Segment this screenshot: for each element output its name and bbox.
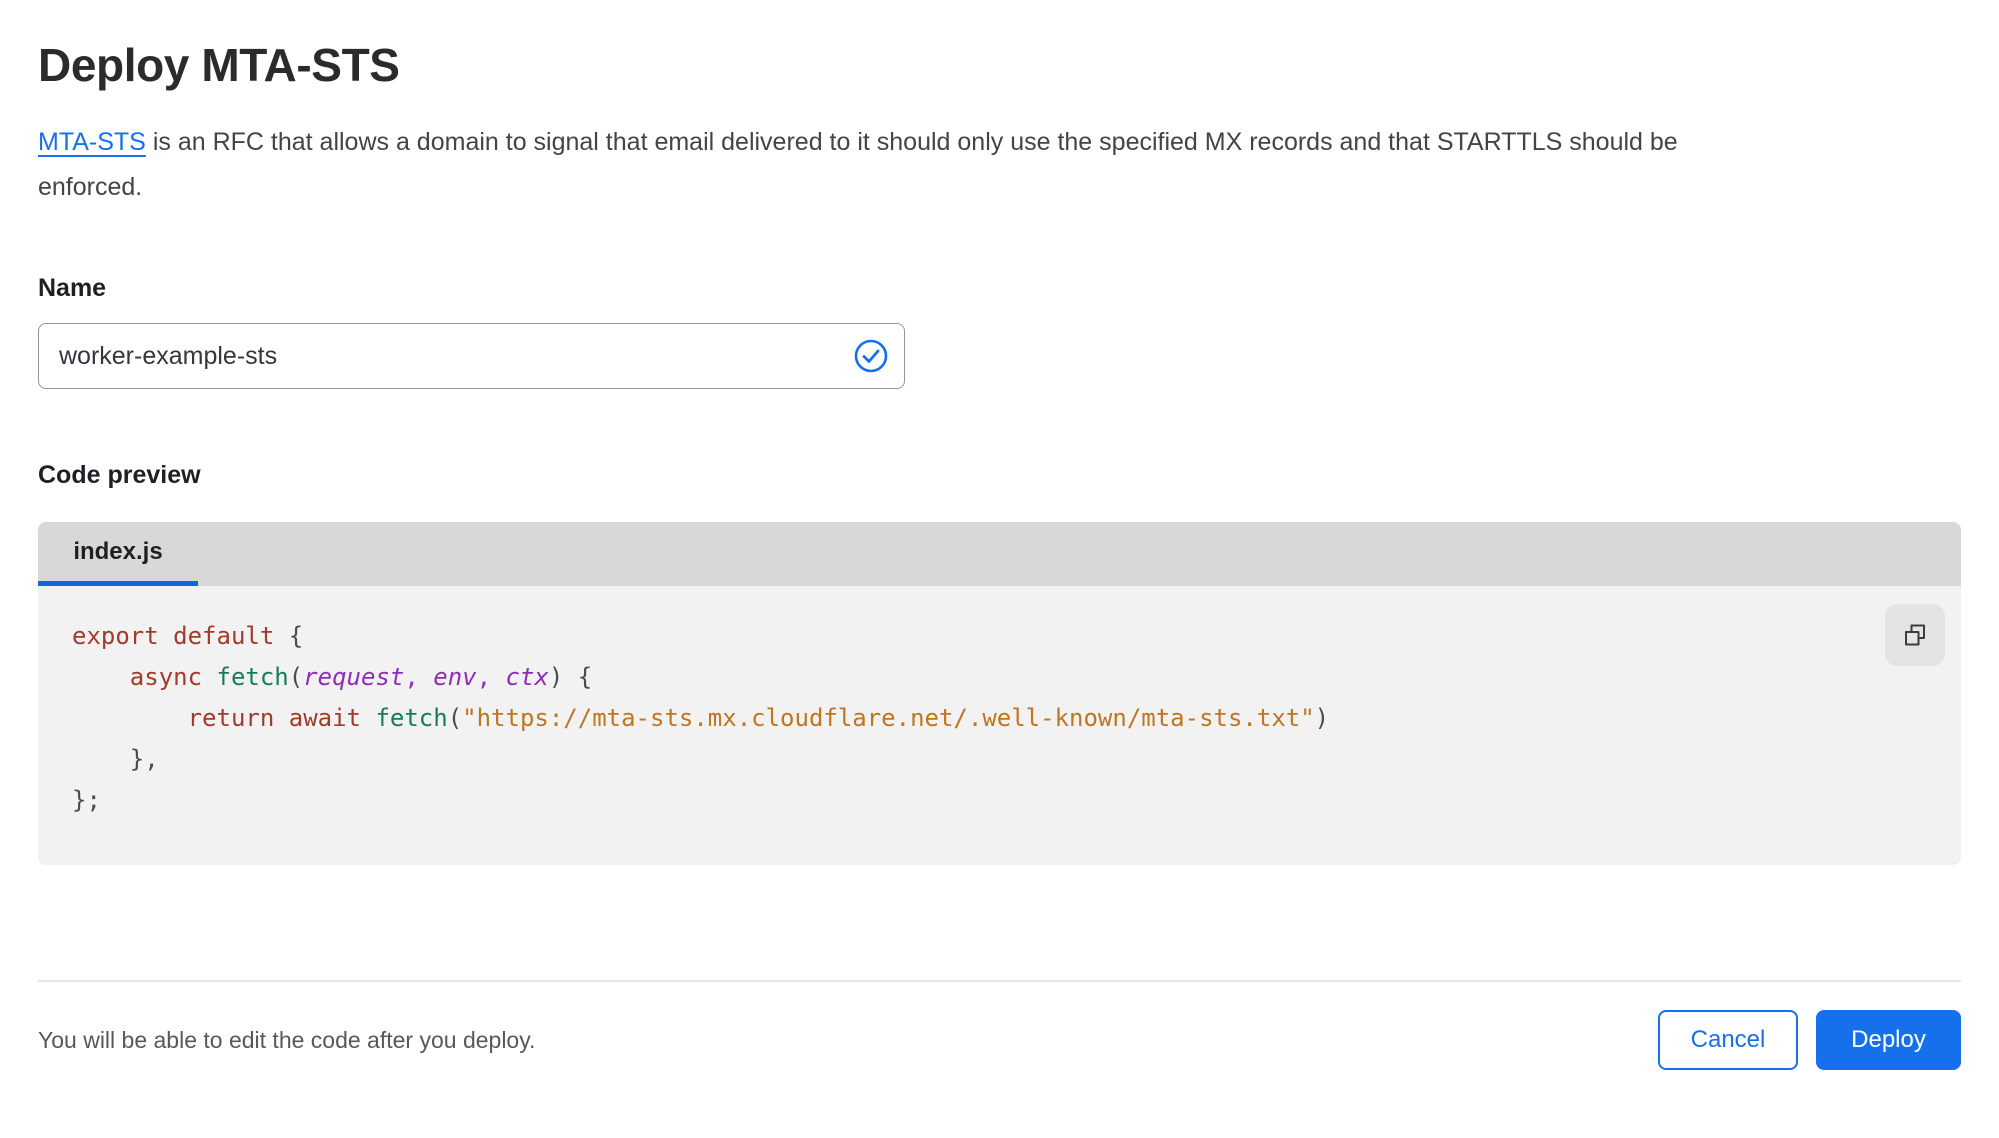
code-token: "https://mta-sts.mx.cloudflare.net/.well… (462, 704, 1315, 732)
cancel-button[interactable]: Cancel (1658, 1010, 1798, 1070)
description-text: is an RFC that allows a domain to signal… (38, 128, 1678, 201)
code-token: , (404, 663, 434, 691)
name-input[interactable] (38, 323, 905, 389)
code-area: export default { async fetch(request, en… (38, 586, 1961, 865)
description: MTA-STS is an RFC that allows a domain t… (38, 120, 1718, 210)
tab-index-js[interactable]: index.js (38, 522, 198, 586)
footer: You will be able to edit the code after … (38, 1010, 1961, 1070)
name-label: Name (38, 274, 107, 302)
code-token: return (187, 704, 275, 732)
code-token: env (433, 663, 477, 691)
code-token: fetch (216, 663, 289, 691)
code-token: ctx (505, 663, 549, 691)
code-token: default (173, 622, 275, 650)
code-line: }; (72, 780, 1871, 821)
check-circle-icon (854, 339, 888, 373)
copy-code-button[interactable] (1885, 604, 1945, 666)
code-token: fetch (375, 704, 448, 732)
footer-divider (38, 980, 1961, 982)
copy-icon (1905, 624, 1925, 646)
code-token: request (303, 663, 405, 691)
code-line: export default { (72, 616, 1871, 657)
footer-note: You will be able to edit the code after … (38, 1026, 536, 1053)
deploy-button[interactable]: Deploy (1816, 1010, 1961, 1070)
code-token: { (274, 622, 304, 650)
code-token: , (476, 663, 506, 691)
code-line: return await fetch("https://mta-sts.mx.c… (72, 698, 1871, 739)
deploy-mta-sts-page: Deploy MTA-STS MTA-STS is an RFC that al… (0, 0, 1999, 1070)
code-token: }; (72, 786, 101, 814)
footer-actions: Cancel Deploy (1658, 1010, 1961, 1070)
code-line: async fetch(request, env, ctx) { (72, 657, 1871, 698)
code-token: ) (1314, 704, 1330, 732)
mta-sts-link[interactable]: MTA-STS (38, 128, 146, 156)
code-token: }, (72, 745, 159, 773)
code-tab-bar: index.js (38, 522, 1961, 586)
code-preview-block: index.js export default { async fetch(re… (38, 522, 1961, 865)
name-input-wrap (38, 323, 905, 389)
code-token: await (288, 704, 361, 732)
code-token: ( (447, 704, 463, 732)
code-line: }, (72, 739, 1871, 780)
code-token: ( (288, 663, 304, 691)
code-token: async (129, 663, 203, 691)
code-lines: export default { async fetch(request, en… (72, 616, 1871, 821)
page-title: Deploy MTA-STS (38, 39, 400, 91)
code-preview-label: Code preview (38, 461, 201, 489)
code-token: ) { (548, 663, 593, 691)
code-token: export (72, 622, 159, 650)
